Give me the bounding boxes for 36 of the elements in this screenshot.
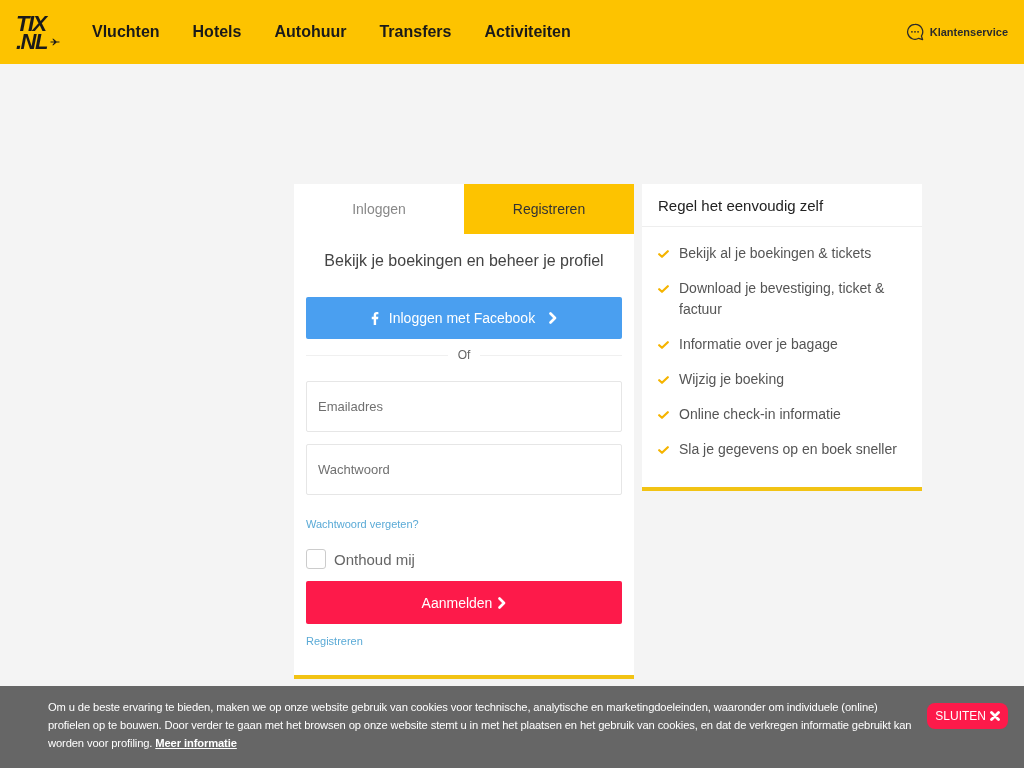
nav-link[interactable]: Vluchten (92, 23, 160, 41)
benefit-text: Wijzig je boeking (679, 370, 785, 389)
checkbox[interactable] (306, 549, 326, 569)
divider-label: Of (457, 347, 471, 363)
input-field[interactable]: Emailadres (306, 381, 622, 432)
login-button[interactable]: Aanmelden (306, 581, 622, 624)
benefit-text: Bekijk al je boekingen & tickets (679, 244, 872, 263)
nav-link[interactable]: Transfers (379, 23, 452, 41)
site-logo[interactable]: TIX .NL (16, 14, 60, 51)
nav-link[interactable]: Hotels (192, 23, 242, 41)
close-icon (990, 711, 1000, 721)
benefit-text: Sla je gegevens op en boek sneller (679, 440, 897, 459)
nav-link[interactable]: Autohuur (274, 23, 347, 41)
checkbox-label[interactable]: Onthoud mij (334, 550, 415, 568)
close-button[interactable]: SLUITEN (927, 703, 1008, 729)
benefit-text: Informatie over je bagage (679, 335, 838, 354)
chevron-right-icon (498, 596, 507, 609)
benefits-title: Regel het eenvoudig zelf (658, 196, 824, 214)
checkmark-icon (658, 250, 669, 258)
benefit-text: Online check-in informatie (679, 405, 841, 424)
chat-bubble-icon (905, 23, 924, 41)
chevron-right-icon (549, 312, 558, 324)
input-field[interactable]: Wachtwoord (306, 444, 622, 495)
checkmark-icon (658, 446, 669, 454)
cookie-notice-text: Om u de beste ervaring te bieden, maken we op onze website gebruik van cookies voor technische, analytische en marketingdoeleinden, waaronder om individuele (online) profielen op te bouwen. Door verder te gaan met het browsen op onze website stemt u in met het plaatsen en het gebruik van cookies, en dat de verkregen informatie gebruikt kan worden voor profiling. Meer informatie (48, 700, 913, 751)
benefit-text: Download je bevestiging, ticket & factuur (679, 279, 886, 319)
checkmark-icon (658, 341, 669, 349)
checkmark-icon (658, 411, 669, 419)
more-info-link[interactable]: Meer informatie (155, 737, 237, 749)
checkmark-icon (658, 376, 669, 384)
checkmark-icon (658, 285, 669, 293)
login-heading: Bekijk je boekingen en beheer je profiel (323, 251, 605, 271)
nav-link[interactable]: Activiteiten (484, 23, 571, 41)
facebook-icon (370, 311, 379, 325)
customer-service-link[interactable]: Klantenservice (905, 23, 1008, 41)
tab[interactable]: Registreren (464, 184, 634, 234)
